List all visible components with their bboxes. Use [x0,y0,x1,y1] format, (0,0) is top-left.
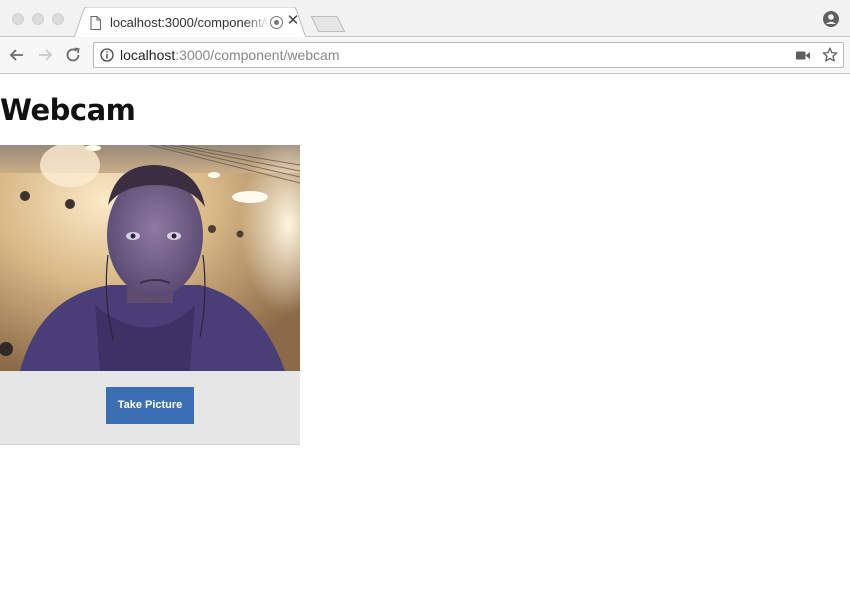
camera-icon[interactable] [796,50,810,61]
star-icon[interactable] [822,47,838,63]
address-bar[interactable]: localhost:3000/component/webcam [93,42,844,68]
tab-active[interactable]: localhost:3000/component/webcam ✕ [74,7,306,38]
back-arrow-icon[interactable] [8,46,26,64]
info-icon[interactable] [100,48,114,62]
reload-icon[interactable] [64,46,82,64]
forward-arrow-icon[interactable] [36,46,54,64]
url-text[interactable]: localhost:3000/component/webcam [120,47,339,63]
window-close-button[interactable] [12,13,24,25]
page-title: Webcam [0,93,136,127]
window-zoom-button[interactable] [52,13,64,25]
take-picture-button[interactable]: Take Picture [106,387,194,424]
webcam-panel: Take Picture [0,145,300,445]
browser-toolbar: localhost:3000/component/webcam [0,37,850,74]
webcam-video-feed [0,145,300,371]
recording-icon [270,16,283,29]
new-tab-button[interactable] [311,16,345,32]
url-host: localhost [120,47,176,63]
page-icon [90,16,101,30]
close-icon[interactable]: ✕ [286,12,300,30]
window-minimize-button[interactable] [32,13,44,25]
url-path: :3000/component/webcam [175,47,340,63]
tab-title-fade [244,13,270,33]
profile-icon[interactable] [823,11,839,27]
tab-strip: localhost:3000/component/webcam ✕ [0,0,850,38]
page-content: Webcam Take Picture [0,75,850,596]
